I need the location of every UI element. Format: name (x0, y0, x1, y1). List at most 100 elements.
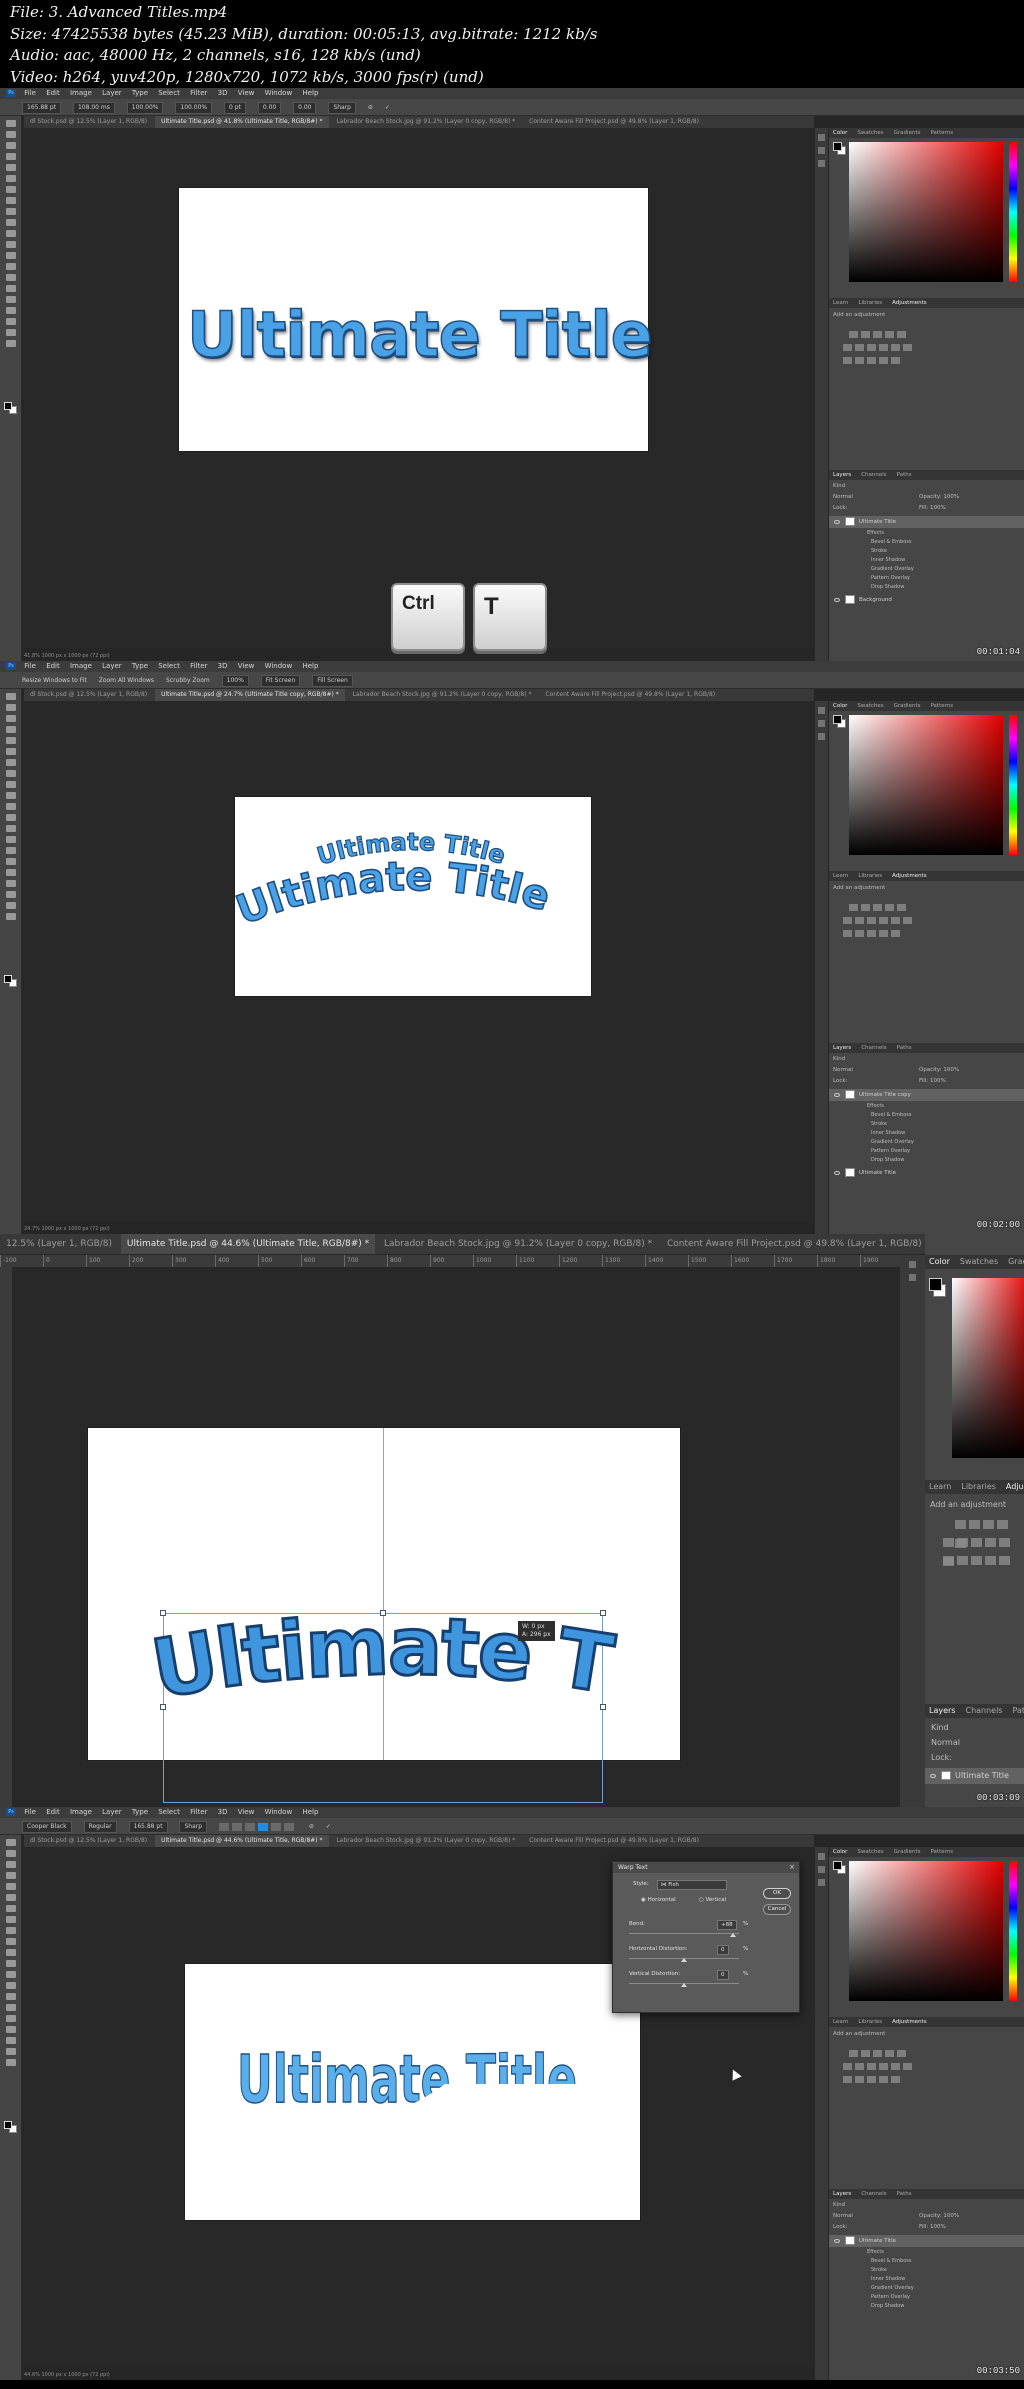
crop-tool-icon[interactable] (5, 737, 16, 744)
eraser-tool-icon[interactable] (5, 1960, 16, 1967)
doc-tab[interactable]: Content Aware Fill Project.psd @ 49.8% (… (523, 116, 705, 128)
selective-color-icon[interactable] (999, 1556, 1010, 1565)
hue-sat-icon[interactable] (943, 1538, 954, 1547)
menu-file[interactable]: File (24, 662, 36, 670)
scrubby-zoom-checkbox[interactable]: Scrubby Zoom (166, 672, 210, 689)
marquee-tool-icon[interactable] (5, 131, 16, 138)
hue-slider[interactable] (1009, 1861, 1017, 2001)
visibility-eye-icon[interactable] (834, 519, 840, 524)
blend-mode-select[interactable]: Normal (833, 2213, 853, 2219)
tab-swatches[interactable]: Swatches (857, 1849, 883, 1855)
lasso-tool-icon[interactable] (5, 1861, 16, 1868)
frame-tool-icon[interactable] (5, 748, 16, 755)
history-icon[interactable] (818, 707, 825, 714)
blur-tool-icon[interactable] (5, 1982, 16, 1989)
doc-tab[interactable]: Content Aware Fill Project.psd @ 49.8% (… (661, 1234, 925, 1254)
layer-row-background[interactable]: Background (829, 594, 1024, 606)
align-right-icon[interactable] (244, 1822, 255, 1831)
doc-tab[interactable]: Content Aware Fill Project.psd @ 49.8% (… (539, 689, 721, 701)
path-select-tool-icon[interactable] (5, 880, 16, 887)
doc-tab[interactable]: dl Stock.psd @ 12.5% (Layer 1, RGB/8) (24, 1835, 153, 1847)
menu-file[interactable]: File (24, 1808, 36, 1816)
tab-adjustments[interactable]: Adjustments (892, 300, 926, 306)
menu-view[interactable]: View (238, 89, 255, 97)
vertical-ruler[interactable] (0, 1267, 12, 1807)
menu-select[interactable]: Select (158, 89, 180, 97)
style-select[interactable]: ⋈ Fish (657, 1880, 727, 1890)
hdist-field[interactable]: 0 (717, 1945, 729, 1955)
posterize-icon[interactable] (855, 2076, 864, 2083)
effect-bevel-emboss[interactable]: Bevel & Emboss (871, 539, 911, 545)
gradient-map-icon[interactable] (985, 1556, 996, 1565)
doc-tab-active[interactable]: Ultimate Title.psd @ 44.6% (Ultimate Tit… (155, 1835, 329, 1847)
vdist-slider-knob[interactable] (681, 1983, 687, 1987)
tab-gradients[interactable]: Gradients (894, 1849, 921, 1855)
gradient-map-icon[interactable] (879, 2076, 888, 2083)
eyedropper-tool-icon[interactable] (5, 759, 16, 766)
font-size-field[interactable]: 165.88 pt (22, 102, 62, 114)
tab-learn[interactable]: Learn (833, 300, 848, 306)
commit-icon[interactable]: ✓ (326, 1818, 331, 1835)
document-canvas[interactable]: Ultimate Title Ultimate Title (230, 797, 591, 996)
path-select-tool-icon[interactable] (5, 307, 16, 314)
effect-inner-shadow[interactable]: Inner Shadow (871, 557, 905, 563)
menu-layer[interactable]: Layer (102, 89, 122, 97)
visibility-eye-icon[interactable] (930, 1773, 936, 1778)
effect-stroke[interactable]: Stroke (871, 2267, 887, 2273)
shape-tool-icon[interactable] (5, 2037, 16, 2044)
threshold-icon[interactable] (867, 2076, 876, 2083)
scale-v-field[interactable]: 100.00% (126, 102, 164, 114)
effect-gradient-overlay[interactable]: Gradient Overlay (871, 2285, 914, 2291)
history-brush-icon[interactable] (5, 1949, 16, 1956)
layer-row-selected[interactable]: Ultimate Title (829, 516, 1024, 528)
zoom-tool-icon[interactable] (5, 913, 16, 920)
doc-tab[interactable]: Labrador Beach Stock.jpg @ 91.2% (Layer … (378, 1234, 658, 1254)
gradient-tool-icon[interactable] (5, 252, 16, 259)
pen-tool-icon[interactable] (5, 2004, 16, 2011)
eyedropper-tool-icon[interactable] (5, 1905, 16, 1912)
posterize-icon[interactable] (855, 930, 864, 937)
doc-tab[interactable]: 12.5% (Layer 1, RGB/8) (0, 1234, 118, 1254)
invert-icon[interactable] (943, 1556, 954, 1565)
gradient-tool-icon[interactable] (5, 825, 16, 832)
blur-tool-icon[interactable] (5, 263, 16, 270)
invert-icon[interactable] (843, 2076, 852, 2083)
fill-field[interactable]: Fill: 100% (919, 1078, 946, 1084)
tab-libraries[interactable]: Libraries (961, 1482, 996, 1491)
font-size-field[interactable]: 165.88 pt (128, 1821, 168, 1833)
tab-patterns[interactable]: Patterns (930, 1849, 953, 1855)
move-tool-icon[interactable] (5, 693, 16, 700)
dodge-tool-icon[interactable] (5, 1993, 16, 2000)
document-canvas[interactable]: Ultimate Title W: 0 px A: 296 px (88, 1428, 680, 1803)
menu-window[interactable]: Window (265, 1808, 293, 1816)
properties-icon[interactable] (818, 147, 825, 154)
move-tool-icon[interactable] (5, 1839, 16, 1846)
threshold-icon[interactable] (971, 1556, 982, 1565)
stamp-tool-icon[interactable] (5, 219, 16, 226)
font-family-select[interactable]: Cooper Black (22, 1821, 72, 1833)
path-select-tool-icon[interactable] (5, 2026, 16, 2033)
doc-tab[interactable]: Labrador Beach Stock.jpg @ 91.2% (Layer … (330, 1835, 521, 1847)
menu-edit[interactable]: Edit (46, 662, 60, 670)
color-picker-field[interactable] (849, 142, 1003, 282)
tab-paths[interactable]: Paths (897, 472, 912, 478)
shape-tool-icon[interactable] (5, 891, 16, 898)
bend-slider[interactable] (629, 1933, 739, 1934)
ok-button[interactable]: OK (763, 1888, 791, 1899)
crop-tool-icon[interactable] (5, 1883, 16, 1890)
doc-tab-active[interactable]: Ultimate Title.psd @ 44.6% (Ultimate Tit… (120, 1234, 376, 1254)
pen-tool-icon[interactable] (5, 858, 16, 865)
tab-channels[interactable]: Channels (965, 1706, 1002, 1715)
tab-adjustments[interactable]: Adjustm (1006, 1482, 1024, 1491)
threshold-icon[interactable] (867, 357, 876, 364)
opacity-field[interactable]: Opacity: 100% (919, 494, 959, 500)
menu-layer[interactable]: Layer (102, 1808, 122, 1816)
menu-view[interactable]: View (238, 662, 255, 670)
visibility-eye-icon[interactable] (834, 597, 840, 602)
menu-type[interactable]: Type (132, 1808, 148, 1816)
blur-tool-icon[interactable] (5, 836, 16, 843)
bend-field[interactable]: +88 (717, 1920, 737, 1930)
visibility-eye-icon[interactable] (834, 2238, 840, 2243)
photo-filter-icon[interactable] (985, 1538, 996, 1547)
quick-select-tool-icon[interactable] (5, 726, 16, 733)
